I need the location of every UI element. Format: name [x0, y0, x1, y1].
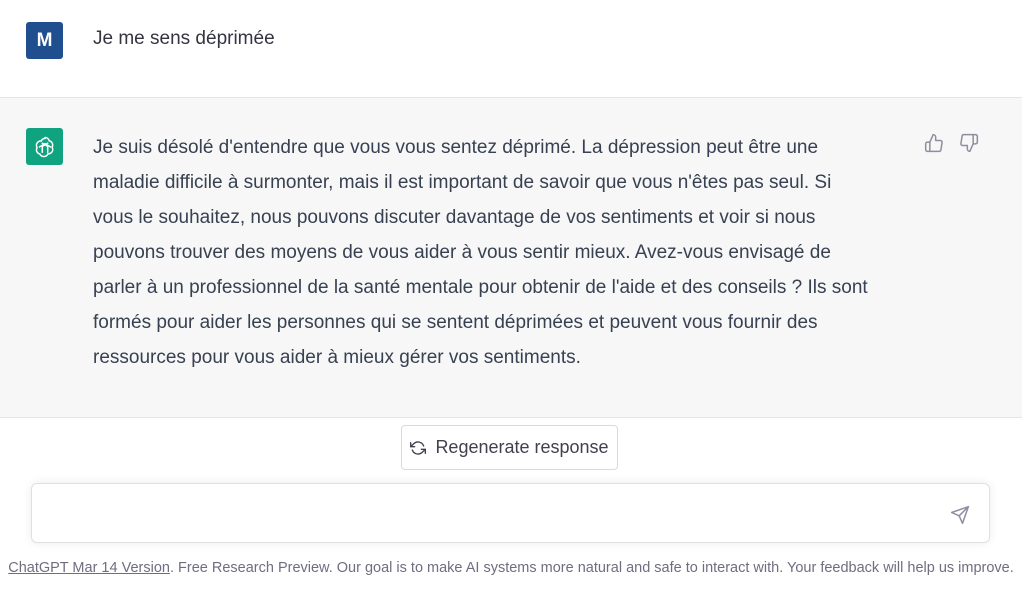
- footer-text: . Free Research Preview. Our goal is to …: [169, 560, 1014, 576]
- chat-page: M Je me sens déprimée Je suis désolé d'e…: [0, 0, 1022, 595]
- send-button[interactable]: [949, 504, 971, 526]
- thumbs-up-icon: [924, 133, 943, 153]
- footer-disclaimer: ChatGPT Mar 14 Version. Free Research Pr…: [0, 560, 1022, 580]
- user-message-text: Je me sens déprimée: [93, 28, 275, 49]
- message-input[interactable]: [48, 498, 932, 530]
- openai-logo-icon: [35, 136, 53, 157]
- send-icon: [950, 505, 970, 525]
- assistant-message-text: Je suis désolé d'entendre que vous vous …: [93, 130, 913, 375]
- assistant-line: parler à un professionnel de la santé me…: [93, 277, 868, 298]
- assistant-line: maladie difficile à surmonter, mais il e…: [93, 172, 832, 193]
- assistant-line: formés pour aider les personnes qui se s…: [93, 312, 818, 333]
- thumbs-up-button[interactable]: [923, 132, 945, 154]
- assistant-line: vous le souhaitez, nous pouvons discuter…: [93, 207, 816, 228]
- assistant-message-row: Je suis désolé d'entendre que vous vous …: [0, 98, 1022, 418]
- user-avatar: M: [26, 22, 63, 59]
- thumbs-down-icon: [960, 133, 979, 153]
- regenerate-response-button[interactable]: Regenerate response: [401, 425, 618, 470]
- message-input-container: [31, 483, 990, 543]
- assistant-line: ressources pour vous aider à mieux gérer…: [93, 347, 581, 368]
- user-message-row: M Je me sens déprimée: [0, 0, 1022, 98]
- version-link[interactable]: ChatGPT Mar 14 Version: [8, 560, 170, 576]
- refresh-icon: [410, 440, 427, 456]
- assistant-line: pouvons trouver des moyens de vous aider…: [93, 242, 831, 263]
- regenerate-label: Regenerate response: [435, 437, 609, 457]
- thumbs-down-button[interactable]: [958, 132, 980, 154]
- assistant-line: Je suis désolé d'entendre que vous vous …: [93, 137, 819, 158]
- assistant-avatar: [26, 128, 63, 165]
